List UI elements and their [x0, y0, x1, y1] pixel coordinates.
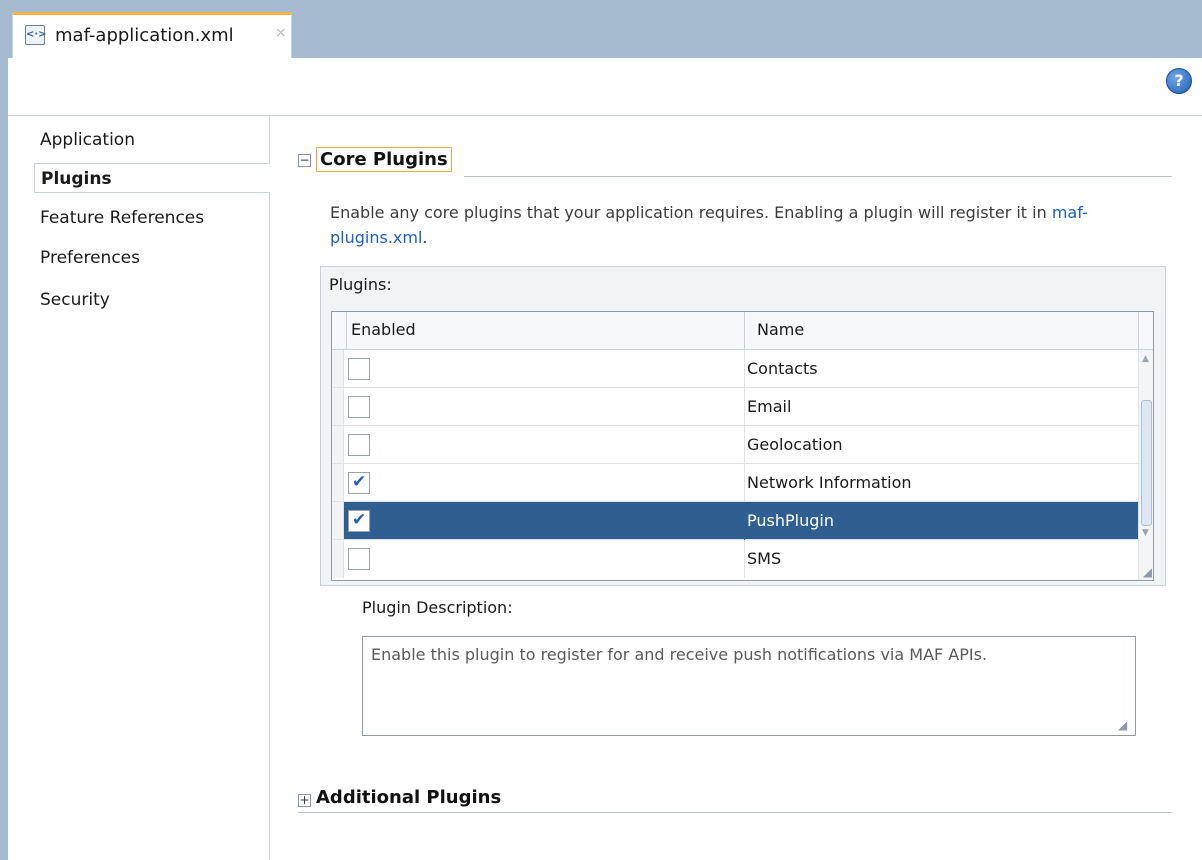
plugin-name: SMS: [744, 540, 781, 578]
table-row[interactable]: Email: [332, 388, 1138, 426]
table-row[interactable]: Geolocation: [332, 426, 1138, 464]
section-divider: [298, 812, 1172, 813]
row-gutter: [332, 426, 344, 463]
plugin-description-field[interactable]: Enable this plugin to register for and r…: [362, 636, 1136, 736]
checkmark-icon: ✔: [352, 510, 367, 530]
help-icon[interactable]: ?: [1166, 68, 1192, 94]
expand-additional-plugins-icon[interactable]: +: [298, 794, 311, 807]
sidebar-item-security[interactable]: Security: [40, 285, 110, 315]
scrollbar-thumb[interactable]: [1141, 400, 1152, 526]
plugins-label: Plugins:: [329, 275, 392, 294]
table-header-gutter: [332, 312, 346, 350]
resize-grip-icon[interactable]: ◢: [1143, 565, 1152, 579]
editor-tab-maf-application[interactable]: <·> maf-application.xml ×: [12, 12, 292, 58]
enabled-checkbox[interactable]: ✔: [348, 510, 370, 532]
plugin-name: Network Information: [744, 464, 912, 502]
plugin-description-label: Plugin Description:: [362, 598, 513, 617]
plugins-panel: Plugins: Enabled Name Contacts Email Geo…: [320, 266, 1166, 586]
scroll-down-icon[interactable]: ▼: [1142, 528, 1149, 538]
plugin-name: PushPlugin: [744, 502, 834, 540]
scroll-up-icon[interactable]: ▲: [1142, 354, 1149, 364]
enabled-checkbox[interactable]: [348, 434, 370, 456]
description-text: Enable any core plugins that your applic…: [330, 203, 1052, 222]
sidebar-item-feature-references[interactable]: Feature References: [40, 203, 204, 233]
plugin-name: Geolocation: [744, 426, 843, 464]
table-scrollbar[interactable]: ▲ ▼: [1138, 350, 1153, 580]
section-divider: [464, 176, 1172, 177]
table-row[interactable]: SMS: [332, 540, 1138, 578]
editor-tab-label: maf-application.xml: [55, 25, 234, 46]
window-edge: [0, 0, 8, 860]
row-gutter: [332, 464, 344, 501]
plugin-name: Email: [744, 388, 791, 426]
close-icon[interactable]: ×: [275, 25, 287, 41]
column-header-name[interactable]: Name: [744, 312, 1138, 350]
sidebar-item-application[interactable]: Application: [40, 125, 135, 155]
row-gutter: [332, 350, 344, 387]
core-plugins-title[interactable]: Core Plugins: [316, 147, 452, 172]
enabled-checkbox[interactable]: [348, 548, 370, 570]
sidebar-item-preferences[interactable]: Preferences: [40, 243, 140, 273]
checkmark-icon: ✔: [352, 472, 367, 492]
table-row[interactable]: ✔ Network Information: [332, 464, 1138, 502]
row-gutter: [332, 388, 344, 425]
core-plugins-description: Enable any core plugins that your applic…: [330, 200, 1170, 250]
description-period: .: [422, 228, 428, 247]
plugins-table: Enabled Name Contacts Email Geolocation …: [331, 311, 1154, 581]
table-row[interactable]: Contacts: [332, 350, 1138, 388]
resize-grip-icon[interactable]: ◢: [1118, 718, 1127, 732]
collapse-core-plugins-icon[interactable]: −: [298, 154, 311, 167]
additional-plugins-title[interactable]: Additional Plugins: [316, 787, 501, 808]
navigation-sidebar: Application Plugins Feature References P…: [8, 117, 270, 860]
column-header-enabled[interactable]: Enabled: [346, 312, 744, 350]
plugin-name: Contacts: [744, 350, 818, 388]
row-gutter: [332, 502, 344, 539]
table-row-selected[interactable]: ✔ PushPlugin: [332, 502, 1138, 540]
row-gutter: [332, 540, 344, 578]
xml-file-icon: <·>: [25, 25, 47, 45]
enabled-checkbox[interactable]: [348, 396, 370, 418]
editor-toolbar: [8, 58, 1202, 116]
enabled-checkbox[interactable]: ✔: [348, 472, 370, 494]
sidebar-item-plugins[interactable]: Plugins: [34, 163, 270, 193]
enabled-checkbox[interactable]: [348, 358, 370, 380]
table-header-corner: [1138, 312, 1153, 350]
